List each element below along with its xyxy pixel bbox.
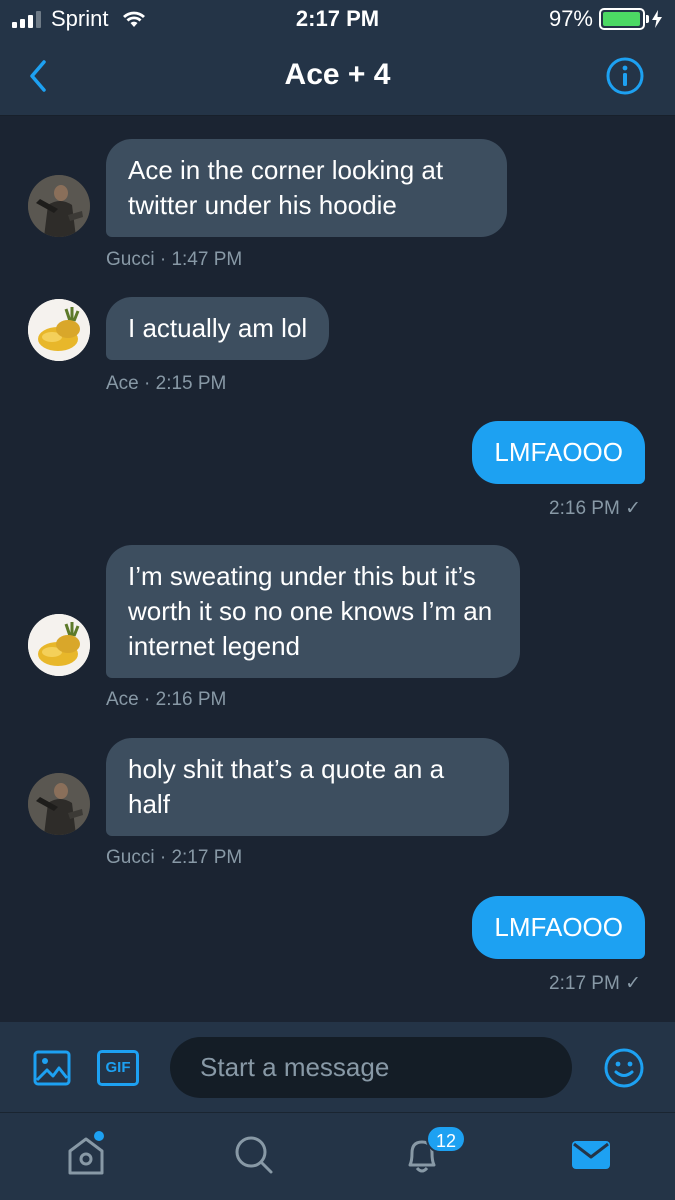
message-meta: 2:16 PM ✓ (549, 498, 641, 519)
compose-bar: GIF (0, 1022, 675, 1112)
avatar-ace[interactable] (28, 299, 90, 361)
avatar-gucci[interactable] (28, 175, 90, 237)
avatar-ace[interactable] (28, 614, 90, 676)
status-right: 97% (549, 6, 663, 32)
message-text: LMFAOOO (494, 912, 623, 942)
message-text: holy shit that’s a quote an a half (128, 754, 445, 819)
message-bubble-incoming[interactable]: holy shit that’s a quote an a half (106, 738, 509, 836)
message-meta: 2:17 PM ✓ (549, 973, 641, 994)
message-list: Ace in the corner looking at twitter und… (0, 117, 675, 1022)
conversation-title[interactable]: Ace + 4 (0, 58, 675, 92)
status-bar: Sprint 2:17 PM 97% (0, 0, 675, 38)
mail-icon[interactable] (569, 1133, 613, 1177)
emoji-icon[interactable] (603, 1047, 645, 1089)
battery-icon (599, 8, 649, 30)
message-text: LMFAOOO (494, 437, 623, 467)
message-meta: Ace · 2:15 PM (106, 373, 227, 394)
message-text: I actually am lol (128, 313, 308, 343)
message-text: I’m sweating under this but it’s worth i… (128, 561, 493, 661)
notifications-badge: 12 (426, 1125, 467, 1153)
conversation-header: Ace + 4 (0, 38, 675, 116)
message-meta: Ace · 2:16 PM (106, 689, 227, 710)
unread-dot (94, 1131, 104, 1141)
battery-percent: 97% (548, 6, 593, 31)
avatar-gucci[interactable] (28, 773, 90, 835)
message-bubble-outgoing[interactable]: LMFAOOO (472, 896, 645, 959)
message-meta: Gucci · 1:47 PM (106, 249, 243, 270)
gif-button[interactable]: GIF (97, 1050, 139, 1086)
info-icon[interactable] (605, 56, 645, 96)
message-bubble-outgoing[interactable]: LMFAOOO (472, 421, 645, 484)
charging-icon (652, 10, 662, 28)
message-bubble-incoming[interactable]: Ace in the corner looking at twitter und… (106, 139, 507, 237)
message-meta: Gucci · 2:17 PM (106, 847, 243, 868)
tab-bar: 12 (0, 1112, 675, 1200)
message-bubble-incoming[interactable]: I actually am lol (106, 297, 330, 360)
search-icon[interactable] (232, 1133, 276, 1177)
image-icon[interactable] (32, 1048, 72, 1088)
message-text: Ace in the corner looking at twitter und… (128, 155, 444, 220)
message-bubble-incoming[interactable]: I’m sweating under this but it’s worth i… (106, 545, 520, 678)
message-input[interactable] (170, 1037, 572, 1098)
